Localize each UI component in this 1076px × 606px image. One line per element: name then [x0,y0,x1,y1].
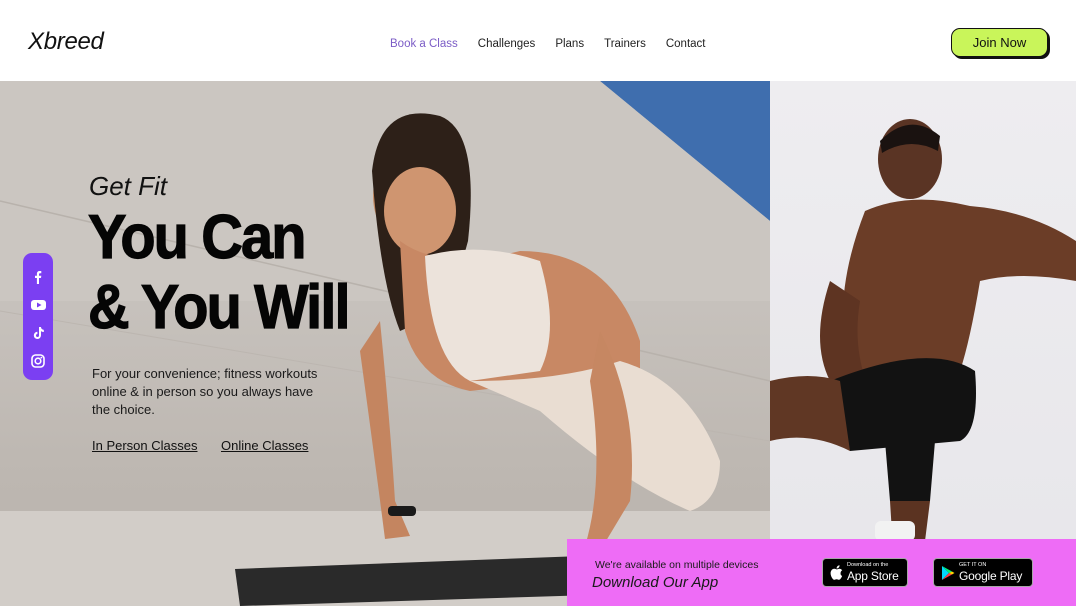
google-play-small-label: GET IT ON [959,562,987,569]
online-classes-link[interactable]: Online Classes [221,438,308,453]
nav-plans[interactable]: Plans [555,38,584,50]
app-banner-title: Download Our App [592,574,719,591]
tiktok-icon[interactable] [29,324,47,342]
app-store-button[interactable]: Download on the App Store [822,558,908,587]
hero-image-woman [0,81,770,606]
youtube-icon[interactable] [29,296,47,314]
download-app-banner: We're available on multiple devices Down… [567,539,1076,606]
app-store-small-label: Download on the [847,562,889,569]
site-logo[interactable]: Xbreed [28,28,104,56]
app-banner-subtitle: We're available on multiple devices [595,559,759,571]
google-play-large-label: Google Play [959,568,1023,583]
nav-challenges[interactable]: Challenges [478,38,536,50]
google-play-icon [942,565,955,580]
facebook-icon[interactable] [29,268,47,286]
in-person-classes-link[interactable]: In Person Classes [92,438,198,453]
apple-icon [830,565,843,580]
hero-description: For your convenience; fitness workouts o… [92,366,318,417]
hero-headline-line-2: & You Will [87,272,351,342]
google-play-button[interactable]: GET IT ON Google Play [933,558,1033,587]
instagram-icon[interactable] [29,352,47,370]
main-nav: Book a Class Challenges Plans Trainers C… [390,38,725,50]
nav-contact[interactable]: Contact [666,38,706,50]
app-store-large-label: App Store [847,568,899,583]
concrete-wall [0,113,770,606]
social-bar [23,253,53,380]
hero-kicker: Get Fit [89,171,168,201]
site-header: Xbreed Book a Class Challenges Plans Tra… [0,0,1076,81]
hero-image-man [770,81,1076,606]
hero-headline: You Can & You Will [87,202,351,343]
nav-trainers[interactable]: Trainers [604,38,646,50]
page: Xbreed Book a Class Challenges Plans Tra… [0,0,1076,606]
nav-book-a-class[interactable]: Book a Class [390,38,458,50]
hero-headline-line-1: You Can [87,202,307,272]
join-now-button[interactable]: Join Now [951,28,1048,57]
